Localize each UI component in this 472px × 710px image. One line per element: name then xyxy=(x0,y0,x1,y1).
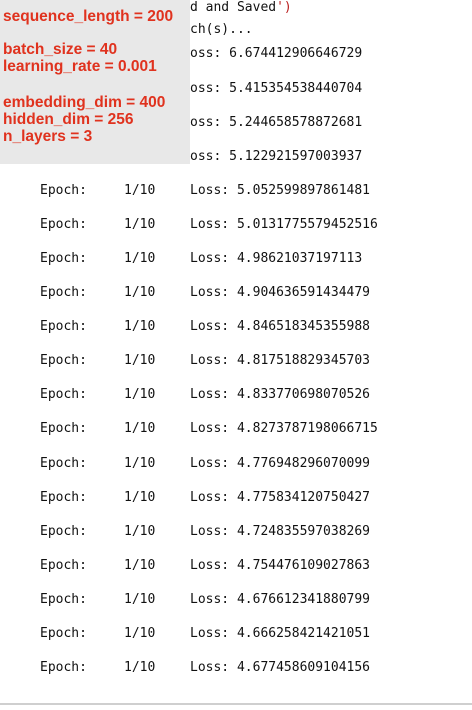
epoch-label: Epoch: xyxy=(40,489,87,505)
epoch-label: Epoch: xyxy=(40,251,87,267)
log-line-partial-loss-2: oss: 5.415354538440704 xyxy=(190,81,363,96)
loss-value: Loss: 4.754476109027863 xyxy=(190,557,371,573)
table-row: Epoch: 1/10 Loss: 4.776948296070099 xyxy=(0,454,472,474)
epoch-label: Epoch: xyxy=(40,319,87,335)
hp-hidden-dim: hidden_dim = 256 xyxy=(3,111,134,128)
loss-value: Loss: 4.666258421421051 xyxy=(190,625,371,641)
loss-value: Loss: 4.904636591434479 xyxy=(190,285,371,301)
epoch-fraction: 1/10 xyxy=(124,455,156,471)
code-line-saved: d and Saved') xyxy=(190,0,292,15)
table-row: Epoch: 1/10 Loss: 4.724835597038269 xyxy=(0,522,472,542)
table-row: Epoch: 1/10 Loss: 4.754476109027863 xyxy=(0,556,472,576)
epoch-label: Epoch: xyxy=(40,523,87,539)
loss-value: Loss: 4.676612341880799 xyxy=(190,591,371,607)
epoch-fraction: 1/10 xyxy=(124,319,156,335)
epoch-label: Epoch: xyxy=(40,591,87,607)
table-row: Epoch: 1/10 Loss: 4.98621037197113 xyxy=(0,249,472,269)
epoch-label: Epoch: xyxy=(40,285,87,301)
table-row: Epoch: 1/10 Loss: 4.904636591434479 xyxy=(0,283,472,303)
epoch-fraction: 1/10 xyxy=(124,353,156,369)
hp-sequence-length: sequence_length = 200 xyxy=(3,8,174,25)
code-line-saved-text: d and Saved xyxy=(190,0,277,15)
epoch-label: Epoch: xyxy=(40,659,87,675)
output-bottom-border xyxy=(0,703,472,705)
loss-value: Loss: 4.776948296070099 xyxy=(190,455,371,471)
epoch-fraction: 1/10 xyxy=(124,489,156,505)
hp-embedding-dim: embedding_dim = 400 xyxy=(3,94,166,111)
loss-value: Loss: 4.677458609104156 xyxy=(190,659,371,675)
log-line-partial-loss-4: oss: 5.122921597003937 xyxy=(190,149,363,164)
epoch-label: Epoch: xyxy=(40,387,87,403)
table-row: Epoch: 1/10 Loss: 4.676612341880799 xyxy=(0,590,472,610)
loss-value: Loss: 5.052599897861481 xyxy=(190,183,371,198)
loss-value: Loss: 5.0131775579452516 xyxy=(190,217,378,233)
log-line-partial-loss-3: oss: 5.244658578872681 xyxy=(190,115,363,130)
epoch-fraction: 1/10 xyxy=(124,557,156,573)
table-row: Epoch: 1/10 Loss: 4.775834120750427 xyxy=(0,488,472,508)
epoch-label: Epoch: xyxy=(40,183,87,198)
epoch-fraction: 1/10 xyxy=(124,591,156,607)
hp-learning-rate: learning_rate = 0.001 xyxy=(3,58,157,75)
epoch-fraction: 1/10 xyxy=(124,659,156,675)
loss-value: Loss: 4.724835597038269 xyxy=(190,523,371,539)
epoch-label: Epoch: xyxy=(40,217,87,233)
loss-value: Loss: 4.817518829345703 xyxy=(190,353,371,369)
epoch-label: Epoch: xyxy=(40,557,87,573)
hp-n-layers: n_layers = 3 xyxy=(3,128,93,145)
epoch-fraction: 1/10 xyxy=(124,217,156,233)
code-cell-tail: d and Saved') xyxy=(190,0,292,16)
epoch-fraction: 1/10 xyxy=(124,251,156,267)
hp-batch-size: batch_size = 40 xyxy=(3,41,118,58)
hyperparameter-annotation: sequence_length = 200 batch_size = 40 le… xyxy=(0,0,190,164)
log-line-training-start: ch(s)... xyxy=(190,22,253,37)
loss-value: Loss: 4.775834120750427 xyxy=(190,489,371,505)
epoch-label: Epoch: xyxy=(40,421,87,437)
epoch-fraction: 1/10 xyxy=(124,183,156,198)
epoch-fraction: 1/10 xyxy=(124,285,156,301)
table-row: Epoch: 1/10 Loss: 4.677458609104156 xyxy=(0,658,472,678)
table-row: Epoch: 1/10 Loss: 4.817518829345703 xyxy=(0,351,472,371)
loss-value: Loss: 4.846518345355988 xyxy=(190,319,371,335)
table-row: Epoch: 1/10 Loss: 5.052599897861481 xyxy=(0,181,472,201)
epoch-fraction: 1/10 xyxy=(124,387,156,403)
epoch-fraction: 1/10 xyxy=(124,523,156,539)
table-row: Epoch: 1/10 Loss: 4.833770698070526 xyxy=(0,385,472,405)
epoch-label: Epoch: xyxy=(40,353,87,369)
code-line-saved-suffix: ') xyxy=(276,0,292,15)
table-row: Epoch: 1/10 Loss: 4.8273787198066715 xyxy=(0,419,472,439)
epoch-label: Epoch: xyxy=(40,455,87,471)
loss-value: Loss: 4.98621037197113 xyxy=(190,251,363,267)
loss-value: Loss: 4.833770698070526 xyxy=(190,387,371,403)
loss-value: Loss: 4.8273787198066715 xyxy=(190,421,378,437)
epoch-label: Epoch: xyxy=(40,625,87,641)
table-row: Epoch: 1/10 Loss: 4.846518345355988 xyxy=(0,317,472,337)
log-line-partial-loss-1: oss: 6.674412906646729 xyxy=(190,46,363,61)
epoch-fraction: 1/10 xyxy=(124,625,156,641)
table-row: Epoch: 1/10 Loss: 5.0131775579452516 xyxy=(0,215,472,235)
epoch-fraction: 1/10 xyxy=(124,421,156,437)
table-row: Epoch: 1/10 Loss: 4.666258421421051 xyxy=(0,624,472,644)
